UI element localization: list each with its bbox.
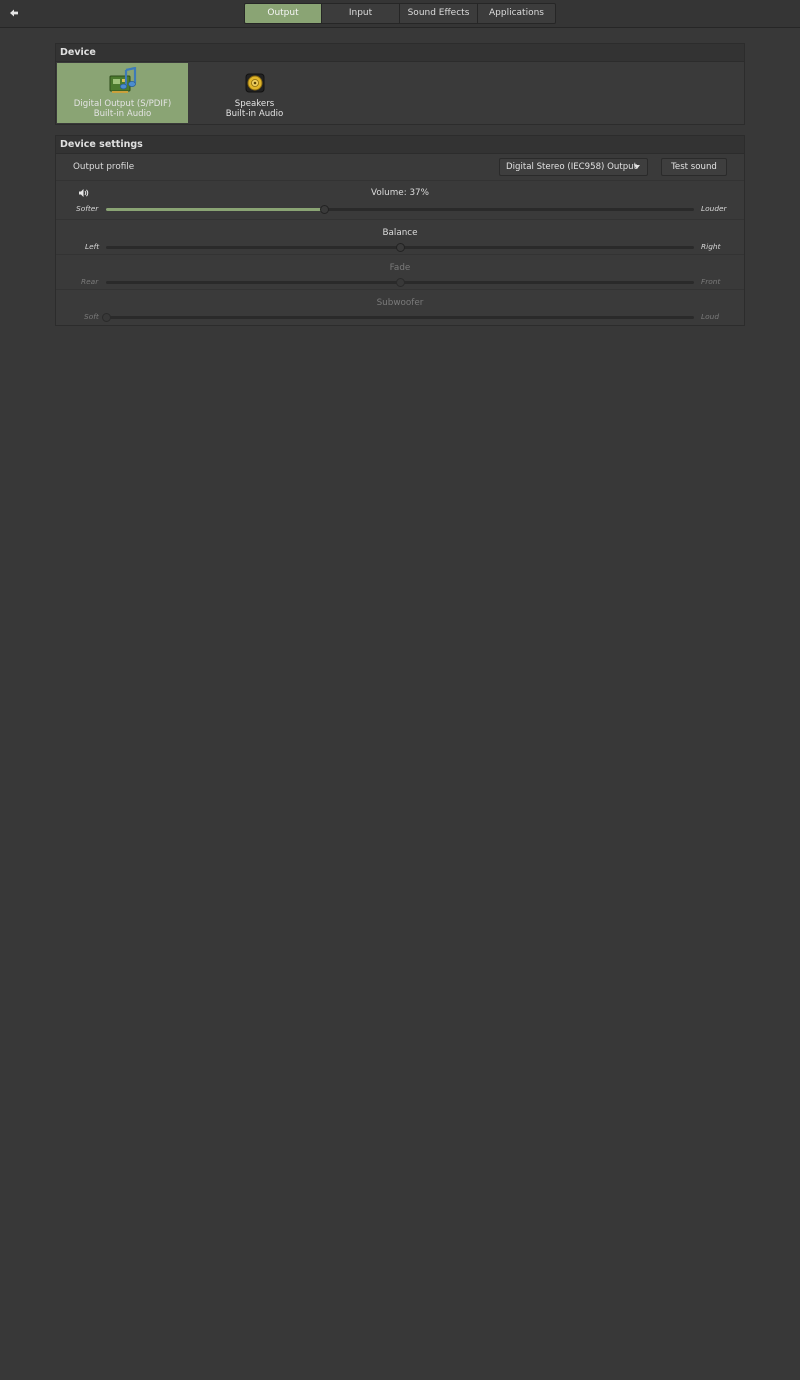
device-name: Digital Output (S/PDIF) [73, 99, 172, 109]
subwoofer-loud-label: Loud [701, 312, 720, 321]
device-settings-title: Device settings [56, 136, 744, 154]
tab-output[interactable]: Output [245, 4, 322, 23]
balance-slider[interactable] [106, 243, 694, 252]
output-profile-row: Output profile Digital Stereo (IEC958) O… [56, 154, 744, 181]
device-panel-title: Device [56, 44, 744, 62]
output-profile-dropdown[interactable]: Digital Stereo (IEC958) Output [499, 158, 648, 176]
header-bar: Output Input Sound Effects Applications [0, 0, 800, 28]
device-subtitle: Built-in Audio [93, 109, 152, 119]
device-name: Speakers [234, 99, 275, 109]
fade-rear-label: Rear [81, 277, 99, 286]
balance-right-label: Right [701, 242, 721, 251]
tab-bar: Output Input Sound Effects Applications [244, 3, 556, 24]
fade-slider [106, 278, 694, 287]
subwoofer-soft-label: Soft [84, 312, 99, 321]
device-list: Digital Output (S/PDIF) Built-in Audio S… [56, 62, 744, 124]
subwoofer-slider [101, 313, 694, 322]
fade-row: Fade Rear Front [56, 255, 744, 290]
output-profile-label: Output profile [73, 162, 135, 172]
fade-front-label: Front [701, 277, 721, 286]
chevron-down-icon [634, 165, 640, 169]
fade-slider-handle [395, 278, 405, 287]
balance-left-label: Left [85, 242, 100, 251]
volume-fill [106, 208, 324, 211]
tab-sound-effects[interactable]: Sound Effects [400, 4, 478, 23]
balance-label: Balance [382, 228, 418, 238]
volume-row: Volume: 37% Softer Louder [56, 181, 744, 220]
tab-input[interactable]: Input [322, 4, 400, 23]
device-subtitle: Built-in Audio [225, 109, 284, 119]
balance-slider-handle[interactable] [395, 243, 405, 252]
fade-label: Fade [389, 263, 411, 273]
subwoofer-slider-handle [101, 313, 111, 322]
speaker-icon [245, 73, 264, 93]
output-profile-value: Digital Stereo (IEC958) Output [506, 162, 637, 172]
subwoofer-label: Subwoofer [376, 298, 424, 308]
volume-slider-handle[interactable] [319, 205, 329, 214]
volume-label: Volume: 37% [370, 188, 430, 198]
subwoofer-row: Subwoofer Soft Loud [56, 290, 744, 325]
device-settings-panel: Device settings Output profile Digital S… [55, 135, 745, 326]
balance-row: Balance Left Right [56, 220, 744, 255]
volume-min-label: Softer [76, 204, 99, 213]
volume-max-label: Louder [701, 204, 727, 213]
back-arrow-icon [10, 9, 18, 17]
test-sound-button[interactable]: Test sound [661, 158, 727, 176]
device-item-digital-output[interactable]: Digital Output (S/PDIF) Built-in Audio [57, 63, 188, 123]
back-button[interactable] [6, 5, 22, 21]
volume-slider[interactable] [106, 205, 694, 214]
tab-applications[interactable]: Applications [478, 4, 555, 23]
device-panel: Device Digital Output (S/PDIF) Built-in … [55, 43, 745, 125]
sound-card-icon [109, 67, 136, 93]
device-item-speakers[interactable]: Speakers Built-in Audio [189, 63, 320, 123]
